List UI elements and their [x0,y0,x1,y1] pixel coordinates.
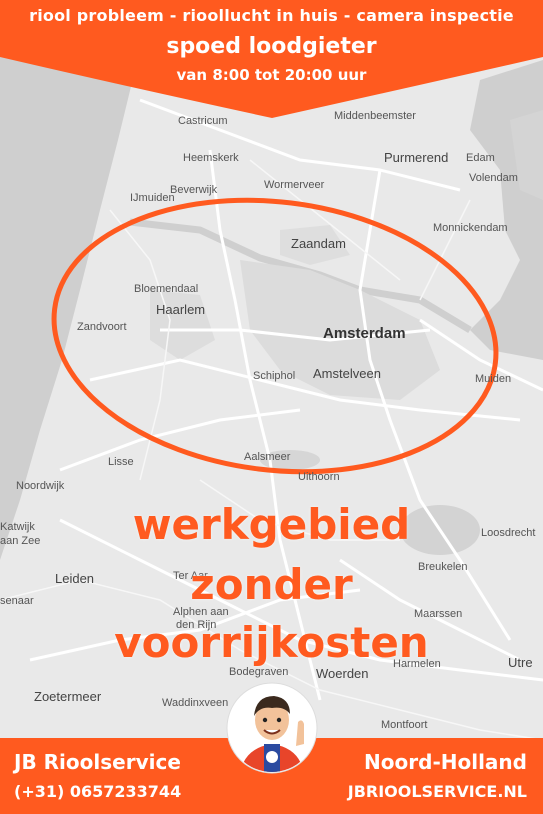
place-label: Aalsmeer [244,451,291,463]
place-label: Lisse [108,456,134,468]
place-label: Monnickendam [433,222,508,234]
place-label: Zandvoort [77,321,127,333]
opening-hours: van 8:00 tot 20:00 uur [176,66,367,84]
place-label: Bodegraven [229,666,289,678]
place-label: Amsterdam [323,325,406,342]
place-label: Muiden [475,373,512,385]
place-label: Zaandam [291,236,346,251]
promo-line-1: werkgebied [132,500,411,549]
tagline: riool probleem - rioollucht in huis - ca… [29,6,514,25]
place-label: Uithoorn [298,471,340,483]
place-label: Castricum [178,115,228,127]
mascot-avatar [226,682,318,774]
place-label: Heemskerk [183,152,239,164]
place-label: Bloemendaal [134,283,199,295]
place-label: Waddinxveen [162,697,229,709]
place-label: Woerden [316,666,369,681]
place-label: Beverwijk [170,184,218,196]
place-label: Amstelveen [313,366,381,381]
place-label: Zoetermeer [34,689,102,704]
company-name: JB Rioolservice [14,750,181,774]
place-label: Montfoort [381,719,428,731]
place-label: IJmuiden [130,192,175,204]
place-label: Schiphol [253,370,296,382]
headline: spoed loodgieter [166,34,377,59]
phone-number[interactable]: (+31) 0657233744 [14,782,181,801]
place-label: Edam [466,152,495,164]
top-banner: riool probleem - rioollucht in huis - ca… [0,0,543,120]
place-label: Noordwijk [16,480,65,492]
promo-line-3: voorrijkosten [114,618,429,667]
promo-line-2: zonder [190,560,353,609]
place-label: Purmerend [384,150,449,165]
place-label: Volendam [469,172,518,184]
region-name: Noord-Holland [364,750,527,774]
place-label: Middenbeemster [334,110,416,122]
website-link[interactable]: JBRIOOLSERVICE.NL [348,782,527,801]
place-label: Wormerveer [264,179,325,191]
place-label: Haarlem [156,302,206,317]
